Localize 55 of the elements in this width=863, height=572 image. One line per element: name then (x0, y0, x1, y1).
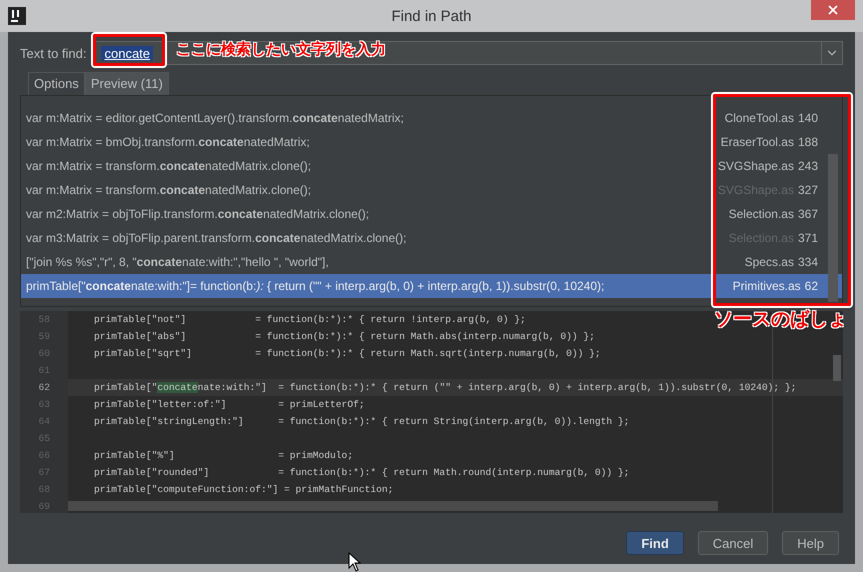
tab[interactable]: Options (28, 72, 85, 95)
file-name: Primitives.as (732, 279, 801, 293)
result-row[interactable]: var m2:Matrix = objToFlip.transform.concatenatedMatrix.clone(); Selection.as 367 (21, 202, 842, 226)
annotation-text: ここに検索したい文字列を入力 (176, 40, 386, 59)
code-text: primTable["computeFunction:of:"] = primMathFunction; (94, 484, 394, 495)
code-text: primTable["%"] = primModulo; (94, 450, 354, 461)
result-text: var m:Matrix = bmObj.transform.concatenatedMatrix; (26, 135, 311, 149)
result-text: var m:Matrix = transform.concatenatedMatrix.clone(); (26, 183, 312, 197)
scrollbar-thumb[interactable] (68, 501, 718, 511)
line-number: 327 (798, 183, 818, 197)
line-number: 188 (798, 135, 818, 149)
close-icon (826, 3, 840, 17)
tab[interactable]: Preview (11) (84, 72, 169, 95)
code-text: primTable["not"] = function(b:*):* { return !interp.arg(b, 0) }; (94, 314, 526, 325)
code-text: primTable["rounded"] = function(b:*):* { return Math.round(interp.numarg(b, 0)) }; (94, 467, 630, 478)
annotation-frame (93, 34, 165, 66)
app-logo-icon (8, 7, 26, 25)
search-label: Text to find: (20, 46, 86, 60)
code-text: primTable["concatenate:with:"] = function(b:*):* { return ("" + interp.arg(b, 0) + interp.arg(b, 1)).substr(0, 10240); }; (94, 382, 796, 393)
mouse-pointer-icon (348, 552, 362, 572)
result-text: var m:Matrix = transform.concatenatedMatrix.clone(); (26, 159, 312, 173)
result-text: primTable["concatenate:with:"]= function(b:): { return ("" + interp.arg(b, 0) + interp.arg(b, 1)).substr(0, 10240); (26, 279, 606, 293)
file-name: CloneTool.as (724, 111, 794, 125)
scrollbar-thumb[interactable] (828, 154, 838, 302)
result-text: var m2:Matrix = objToFlip.transform.concatenatedMatrix.clone(); (26, 207, 370, 221)
line-number: 243 (798, 159, 818, 173)
result-row[interactable]: primTable["concatenate:with:"]= function(b:): { return ("" + interp.arg(b, 0) + interp.arg(b, 1)).substr(0, 10240); Primitives.as 62 (21, 274, 842, 298)
code-text: primTable["abs"] = function(b:*):* { return Math.abs(interp.numarg(b, 0)) }; (94, 331, 595, 342)
file-name: EraserTool.as (720, 135, 794, 149)
find-button[interactable]: Find (626, 531, 684, 555)
annotation-text: ソースのばしょ (714, 307, 847, 332)
line-number: 62 (804, 279, 818, 293)
result-row[interactable]: var m:Matrix = transform.concatenatedMatrix.clone(); SVGShape.as 243 (21, 154, 842, 178)
line-number: 371 (798, 231, 818, 245)
line-number: 334 (798, 255, 818, 269)
result-row[interactable]: ["join %s %s","r", 8, "concatenate:with:","hello ", "world"], Specs.as 334 (21, 250, 842, 274)
line-number: 140 (798, 111, 818, 125)
line-number: 367 (798, 207, 818, 221)
dialog-button[interactable]: Help (782, 531, 839, 555)
dialog-button[interactable]: Cancel (698, 531, 768, 555)
scrollbar-thumb[interactable] (833, 355, 841, 381)
result-text: ["join %s %s","r", 8, "concatenate:with:","hello ", "world"], (26, 255, 330, 269)
result-row[interactable]: var m:Matrix = editor.getContentLayer().transform.concatenatedMatrix; CloneTool.as 140 (21, 106, 842, 130)
file-name: SVGShape.as (718, 159, 794, 173)
file-name: Specs.as (744, 255, 794, 269)
window-title: Find in Path (391, 8, 472, 24)
result-row[interactable]: var m:Matrix = bmObj.transform.concatenatedMatrix; EraserTool.as 188 (21, 130, 842, 154)
code-text: primTable["stringLength:"] = function(b:*):* { return String(interp.arg(b, 0)).length }; (94, 416, 630, 427)
code-text: primTable["letter:of:"] = primLetterOf; (94, 399, 365, 410)
close-button[interactable] (811, 0, 855, 20)
file-name: Selection.as (728, 207, 794, 221)
result-text: var m3:Matrix = objToFlip.parent.transform.concatenatedMatrix.clone(); (26, 231, 408, 245)
line-number: 62 (37, 382, 50, 393)
code-text: primTable["sqrt"] = function(b:*):* { return Math.sqrt(interp.numarg(b, 0)) }; (94, 348, 601, 359)
result-text: var m:Matrix = editor.getContentLayer().transform.concatenatedMatrix; (26, 111, 405, 125)
